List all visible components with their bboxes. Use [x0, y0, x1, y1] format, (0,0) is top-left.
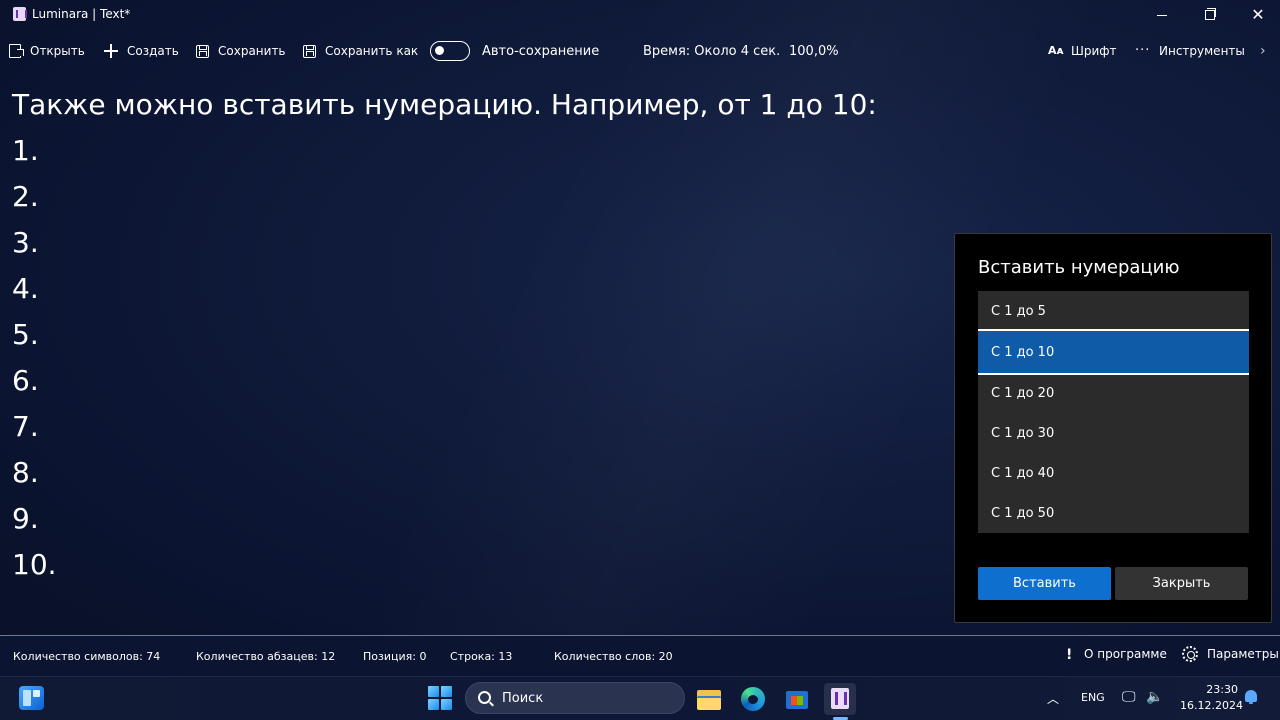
numbering-options-list: С 1 до 5 С 1 до 10 С 1 до 20 С 1 до 30 С… [978, 291, 1249, 533]
minimize-icon [1157, 14, 1167, 16]
clock-time: 23:30 [1206, 683, 1238, 696]
font-button[interactable]: Aᴀ Шрифт [1048, 41, 1117, 61]
editor-line: 7. [12, 410, 39, 443]
insert-numbering-dialog: Вставить нумерацию С 1 до 5 С 1 до 10 С … [954, 233, 1272, 623]
start-tile [428, 686, 439, 697]
status-bar: Количество символов: 74 Количество абзац… [0, 635, 1280, 676]
numbering-option-1-30[interactable]: С 1 до 30 [978, 413, 1249, 453]
plus-icon [104, 44, 118, 58]
char-count: Количество символов: 74 [13, 650, 161, 663]
numbering-option-1-50[interactable]: С 1 до 50 [978, 493, 1249, 533]
insert-button[interactable]: Вставить [978, 567, 1111, 600]
zoom-level: 100,0% [789, 43, 839, 59]
autosave-label: Авто-сохранение [482, 43, 600, 59]
save-label: Сохранить [218, 44, 286, 58]
more-dots-icon: ··· [1135, 43, 1151, 58]
taskbar: Поиск ︿ ENG 🖵 🔈 23:30 16.12.2024 [0, 676, 1280, 720]
editor-line: 9. [12, 502, 39, 535]
start-tile [441, 686, 452, 697]
time-estimate: Время: Около 4 сек. [643, 43, 781, 59]
about-icon: ! [1066, 647, 1073, 663]
file-explorer-icon[interactable] [693, 683, 725, 715]
save-button[interactable]: Сохранить [196, 41, 286, 61]
gear-icon [1182, 646, 1198, 662]
editor-line: 2. [12, 180, 39, 213]
clock[interactable]: 23:30 16.12.2024 [1180, 682, 1243, 714]
search-placeholder: Поиск [502, 691, 544, 706]
settings-button[interactable]: Параметры [1207, 647, 1279, 661]
toggle-knob [435, 46, 444, 55]
close-icon: ✕ [1251, 5, 1265, 24]
font-label: Шрифт [1071, 44, 1117, 58]
save-icon [196, 44, 209, 58]
tools-button[interactable]: ··· Инструменты [1135, 41, 1245, 61]
autosave-toggle[interactable] [430, 41, 470, 61]
restore-icon [1205, 8, 1216, 20]
dialog-title: Вставить нумерацию [978, 257, 1180, 278]
toolbar-overflow-chevron-icon[interactable]: › [1260, 43, 1266, 59]
create-label: Создать [127, 44, 179, 58]
editor-line: Также можно вставить нумерацию. Например… [12, 88, 877, 121]
numbering-option-1-20[interactable]: С 1 до 20 [978, 373, 1249, 413]
numbering-option-1-10[interactable]: С 1 до 10 [978, 329, 1249, 375]
close-window-button[interactable]: ✕ [1235, 0, 1280, 30]
paragraph-count: Количество абзацев: 12 [196, 650, 336, 663]
restore-button[interactable] [1187, 0, 1233, 30]
clock-date: 16.12.2024 [1180, 699, 1243, 712]
open-button[interactable]: Открыть [9, 41, 85, 61]
editor-line: 3. [12, 226, 39, 259]
editor-line: 5. [12, 318, 39, 351]
start-tile [441, 699, 452, 710]
create-button[interactable]: Создать [104, 41, 179, 61]
editor-line: 8. [12, 456, 39, 489]
store-icon[interactable] [781, 683, 813, 715]
start-icon[interactable] [428, 686, 452, 710]
editor-line: 10. [12, 548, 57, 581]
about-button[interactable]: О программе [1084, 647, 1167, 661]
editor-line: 1. [12, 134, 39, 167]
text-editor[interactable]: Также можно вставить нумерацию. Например… [12, 82, 877, 588]
widgets-icon[interactable] [19, 686, 44, 710]
editor-line: 6. [12, 364, 39, 397]
open-file-icon [9, 44, 24, 58]
edge-icon[interactable] [737, 683, 769, 715]
open-label: Открыть [30, 44, 85, 58]
tray-chevron-up-icon[interactable]: ︿ [1047, 690, 1059, 707]
network-icon[interactable]: 🖵 [1122, 689, 1136, 705]
numbering-option-1-5[interactable]: С 1 до 5 [978, 291, 1249, 331]
search-icon [478, 691, 491, 704]
luminara-icon[interactable] [824, 683, 856, 715]
cursor-position: Позиция: 0 [363, 650, 427, 663]
close-dialog-button[interactable]: Закрыть [1115, 567, 1248, 600]
language-indicator[interactable]: ENG [1081, 691, 1105, 704]
editor-line: 4. [12, 272, 39, 305]
title-bar: Luminara | Text* ✕ [0, 0, 1280, 30]
save-as-icon [303, 44, 316, 58]
notification-bell-icon[interactable] [1245, 690, 1257, 704]
line-number: Строка: 13 [450, 650, 513, 663]
taskbar-search[interactable]: Поиск [465, 682, 685, 714]
tools-label: Инструменты [1159, 44, 1245, 58]
save-as-label: Сохранить как [325, 44, 419, 58]
word-count: Количество слов: 20 [554, 650, 673, 663]
volume-icon[interactable]: 🔈 [1146, 689, 1163, 705]
start-tile [428, 699, 439, 710]
minimize-button[interactable] [1139, 0, 1185, 30]
numbering-option-1-40[interactable]: С 1 до 40 [978, 453, 1249, 493]
app-logo-icon [13, 7, 27, 21]
save-as-button[interactable]: Сохранить как [303, 41, 418, 61]
font-icon: Aᴀ [1048, 44, 1064, 57]
window-title: Luminara | Text* [32, 7, 131, 21]
